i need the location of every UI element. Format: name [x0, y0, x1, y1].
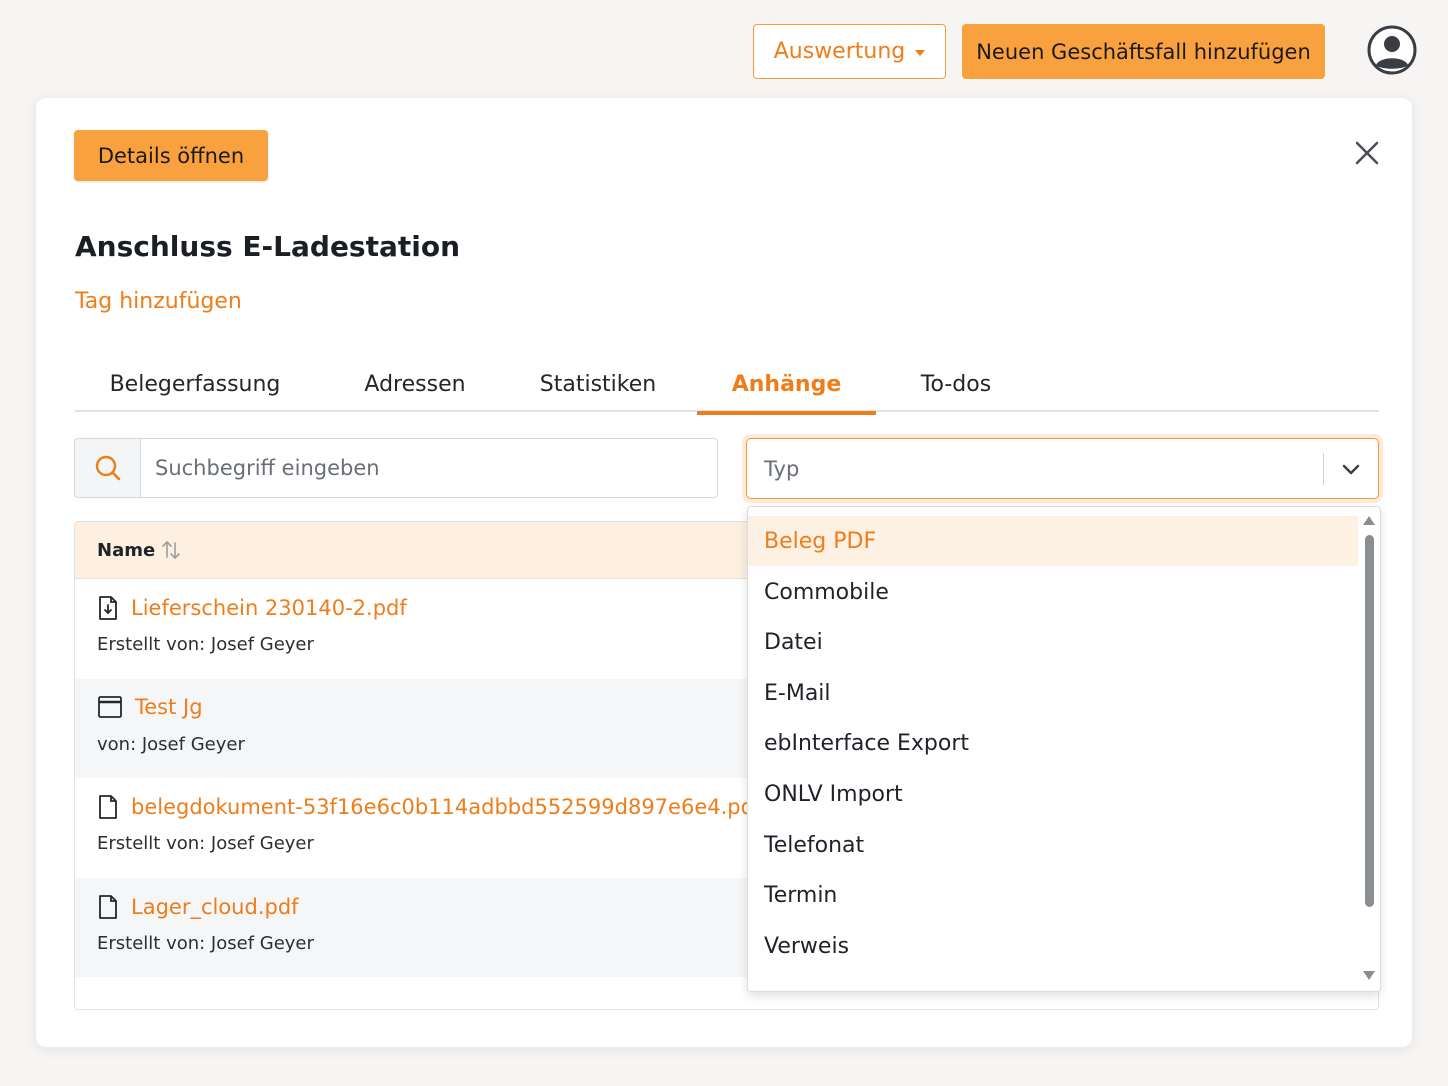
open-details-label: Details öffnen	[97, 143, 245, 168]
attachment-link[interactable]: Lieferschein 230140-2.pdf	[131, 596, 407, 620]
page-title: Anschluss E-Ladestation	[75, 230, 461, 263]
attachment-meta: von: Josef Geyer	[97, 733, 245, 755]
add-business-case-label: Neuen Geschäftsfall hinzufügen	[976, 39, 1311, 64]
add-business-case-button[interactable]: Neuen Geschäftsfall hinzufügen	[962, 24, 1325, 79]
tab-anhaenge[interactable]: Anhänge	[697, 356, 876, 415]
attachment-meta: Erstellt von: Josef Geyer	[97, 634, 314, 655]
caret-down-icon	[915, 49, 926, 56]
search-box	[74, 438, 718, 498]
type-select-input[interactable]	[747, 439, 1323, 498]
attachment-link[interactable]: Lager_cloud.pdf	[131, 895, 299, 919]
search-input[interactable]	[141, 439, 717, 497]
chevron-down-icon[interactable]	[1324, 439, 1378, 498]
user-avatar-icon[interactable]	[1367, 25, 1417, 75]
evaluation-dropdown-button[interactable]: Auswertung	[753, 24, 946, 79]
column-name-label: Name	[97, 539, 156, 561]
evaluation-label: Auswertung	[773, 39, 906, 64]
dropdown-scrollbar[interactable]	[1358, 507, 1380, 991]
type-option[interactable]: Telefonat	[748, 820, 1358, 870]
type-option[interactable]: ebInterface Export	[748, 718, 1358, 768]
file-icon	[99, 795, 117, 819]
tab-todos[interactable]: To-dos	[895, 356, 1017, 412]
close-icon[interactable]	[1352, 138, 1382, 168]
type-option[interactable]: Datei	[748, 617, 1358, 667]
type-option[interactable]: Verweis	[748, 921, 1358, 971]
scrollbar-thumb[interactable]	[1365, 535, 1374, 907]
file-icon	[99, 894, 117, 919]
attachment-link[interactable]: Test Jg	[135, 695, 203, 719]
column-header-name[interactable]: Name	[97, 539, 181, 561]
type-option[interactable]: Commobile	[748, 567, 1358, 617]
type-option[interactable]: Termin	[748, 870, 1358, 920]
tab-belegerfassung[interactable]: Belegerfassung	[75, 356, 315, 412]
type-option[interactable]: Beleg PDF	[748, 516, 1358, 566]
sort-icon	[162, 541, 180, 559]
attachment-meta: Erstellt von: Josef Geyer	[97, 833, 314, 854]
type-select[interactable]	[746, 438, 1379, 499]
add-tag-link[interactable]: Tag hinzufügen	[75, 289, 242, 314]
tab-adressen[interactable]: Adressen	[341, 356, 489, 412]
tab-statistiken[interactable]: Statistiken	[519, 356, 677, 412]
scroll-up-arrow-icon[interactable]	[1363, 516, 1375, 525]
attachment-meta: Erstellt von: Josef Geyer	[97, 932, 314, 954]
type-option[interactable]: ONLV Import	[748, 769, 1358, 819]
attachment-link[interactable]: belegdokument-53f16e6c0b114adbbd552599d8…	[131, 795, 761, 819]
file-download-icon	[99, 596, 117, 620]
window-icon	[98, 695, 122, 718]
type-option[interactable]: E-Mail	[748, 668, 1358, 718]
type-dropdown-menu: Beleg PDF Commobile Datei E-Mail ebInter…	[747, 506, 1381, 992]
search-icon	[75, 439, 141, 497]
tab-bar: Belegerfassung Adressen Statistiken Anhä…	[75, 356, 1379, 415]
scroll-down-arrow-icon[interactable]	[1363, 971, 1375, 980]
open-details-button[interactable]: Details öffnen	[74, 130, 268, 181]
